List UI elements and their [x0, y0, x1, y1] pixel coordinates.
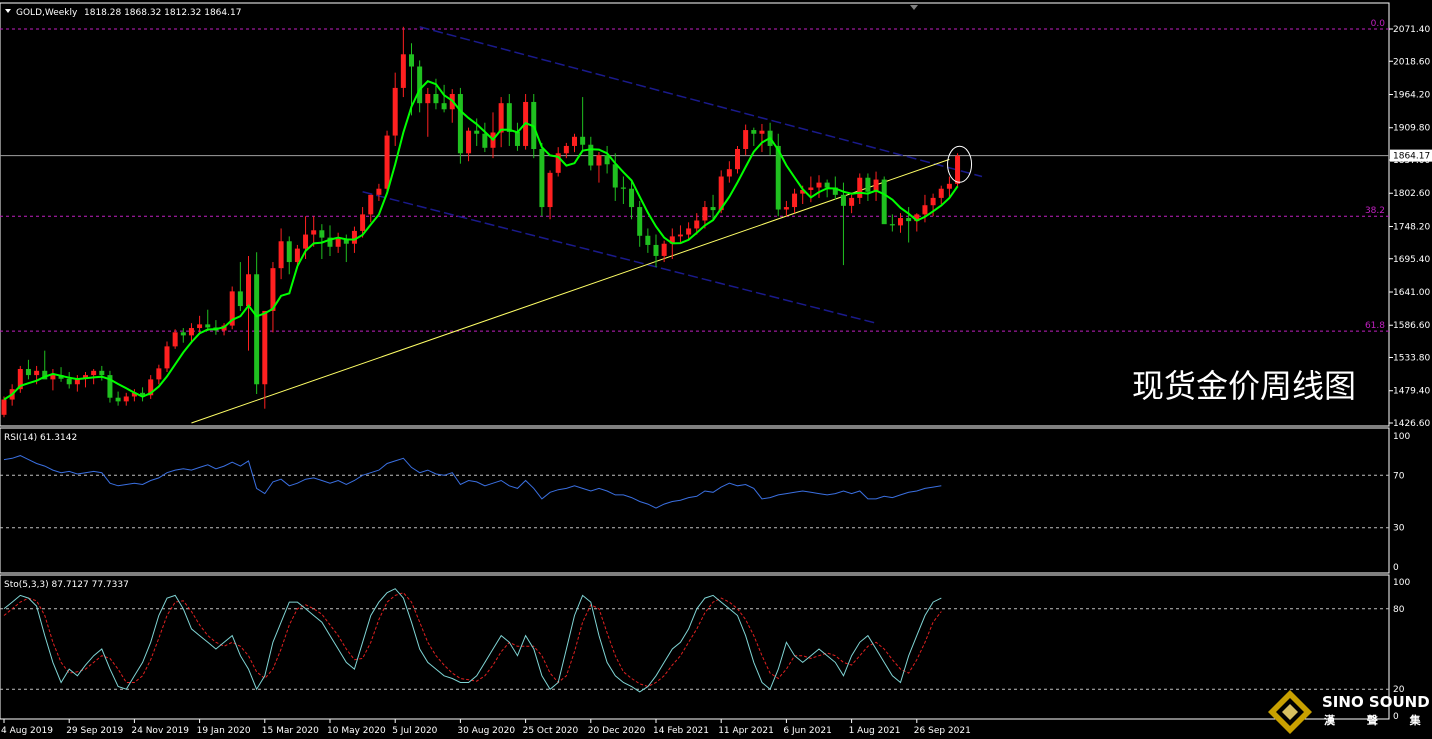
candle: [539, 142, 545, 217]
logo-text: SINO SOUND: [1322, 693, 1430, 711]
symbol-label: GOLD,Weekly: [16, 8, 78, 18]
price-tick-label: 1964.20: [1393, 91, 1430, 101]
candle: [1, 396, 7, 418]
price-tick-label: 1695.40: [1393, 255, 1430, 265]
last-price-label: 1864.17: [1393, 152, 1430, 162]
time-tick-label: 10 May 2020: [327, 726, 386, 736]
ohlc-readout: 1818.28 1868.32 1812.32 1864.17: [84, 8, 241, 18]
price-tick-label: 1479.40: [1393, 387, 1430, 397]
time-tick-label: 4 Aug 2019: [1, 726, 53, 736]
time-tick-label: 11 Apr 2021: [718, 726, 774, 736]
price-tick-label: 1533.80: [1393, 353, 1430, 363]
logo-chinese-text: 漢 聲 集 團: [1324, 713, 1432, 727]
time-tick-label: 5 Jul 2020: [392, 726, 437, 736]
candle: [229, 286, 235, 330]
price-tick-label: 2018.60: [1393, 57, 1430, 67]
price-tick-label: 1802.60: [1393, 189, 1430, 199]
time-tick-label: 26 Sep 2021: [914, 726, 971, 736]
stoch-tick-label: 100: [1393, 578, 1410, 588]
candle: [457, 87, 463, 164]
fib-level-label: 61.8: [1365, 321, 1385, 331]
fib-level-label: 38.2: [1365, 206, 1385, 216]
price-tick-label: 1426.60: [1393, 419, 1430, 429]
price-tick-label: 1641.00: [1393, 288, 1430, 298]
chart-annotation: 现货金价周线图: [1132, 367, 1356, 405]
price-tick-label: 1909.80: [1393, 124, 1430, 134]
time-tick-label: 30 Aug 2020: [457, 726, 515, 736]
rsi-tick-label: 100: [1393, 432, 1410, 442]
fib-level-label: 0.0: [1371, 19, 1386, 29]
rsi-tick-label: 30: [1393, 524, 1405, 534]
price-tick-label: 2071.40: [1393, 25, 1430, 35]
time-tick-label: 24 Nov 2019: [131, 726, 189, 736]
candle: [384, 130, 390, 192]
chart-canvas: 0.038.261.8 10070300 10080200 2071.40201…: [0, 0, 1432, 739]
stoch-tick-label: 80: [1393, 605, 1405, 615]
price-tick-label: 1748.20: [1393, 222, 1430, 232]
rsi-title: RSI(14) 61.3142: [4, 433, 77, 443]
time-tick-label: 15 Mar 2020: [262, 726, 319, 736]
price-tick-label: 1586.60: [1393, 321, 1430, 331]
candle: [523, 94, 529, 150]
time-tick-label: 1 Aug 2021: [849, 726, 901, 736]
stoch-title: Sto(5,3,3) 87.7127 77.7337: [4, 580, 129, 590]
time-tick-label: 19 Jan 2020: [197, 726, 251, 736]
time-tick-label: 29 Sep 2019: [66, 726, 123, 736]
rsi-tick-label: 0: [1393, 563, 1399, 573]
time-tick-label: 20 Dec 2020: [588, 726, 646, 736]
rsi-tick-label: 70: [1393, 471, 1405, 481]
time-tick-label: 25 Oct 2020: [523, 726, 579, 736]
time-tick-label: 6 Jun 2021: [783, 726, 831, 736]
candle: [881, 176, 887, 225]
time-tick-label: 14 Feb 2021: [653, 726, 709, 736]
